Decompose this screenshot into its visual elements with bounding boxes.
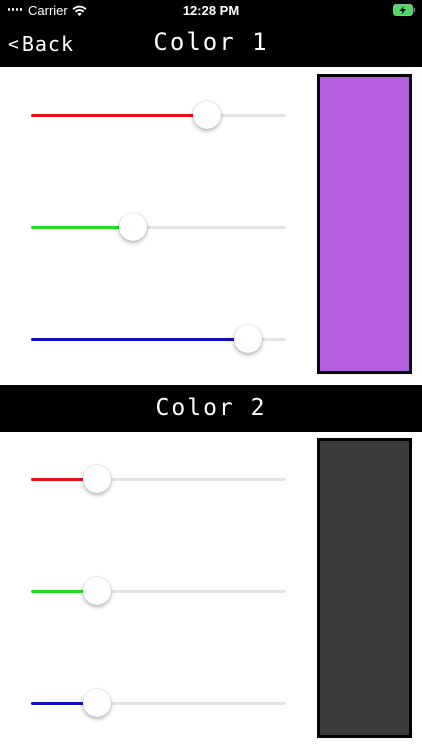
- color1-blue-slider[interactable]: [31, 324, 286, 354]
- slider-fill: [31, 114, 207, 117]
- battery-charging-icon: [393, 4, 416, 16]
- slider-thumb[interactable]: [119, 213, 147, 241]
- page-title: Color 1: [153, 28, 269, 56]
- color1-preview-swatch: [317, 74, 412, 374]
- color2-preview-swatch: [317, 438, 412, 738]
- color2-section-header: Color 2: [0, 385, 422, 432]
- color2-blue-slider[interactable]: [31, 688, 286, 718]
- slider-thumb[interactable]: [192, 101, 221, 129]
- slider-thumb[interactable]: [233, 325, 262, 353]
- color1-green-slider[interactable]: [31, 212, 286, 242]
- slider-thumb[interactable]: [83, 689, 112, 717]
- slider-fill: [31, 338, 248, 341]
- navigation-bar: < Back Color 1: [0, 22, 422, 67]
- slider-thumb[interactable]: [83, 577, 112, 605]
- clock: 12:28 PM: [182, 3, 240, 18]
- color2-red-slider[interactable]: [31, 464, 286, 494]
- slider-thumb[interactable]: [83, 465, 112, 493]
- color2-green-slider[interactable]: [31, 576, 286, 606]
- slider-fill: [31, 226, 133, 229]
- status-bar: Carrier 12:28 PM: [0, 0, 422, 22]
- color1-red-slider[interactable]: [31, 100, 286, 130]
